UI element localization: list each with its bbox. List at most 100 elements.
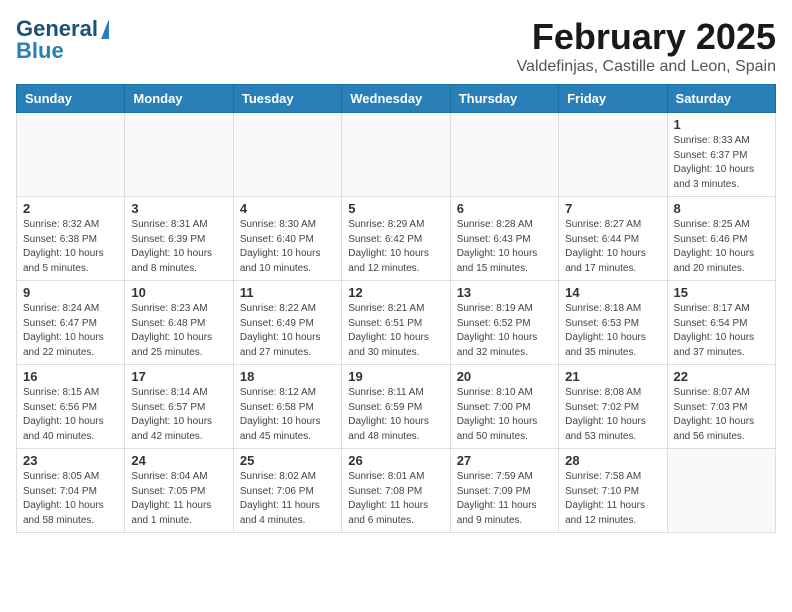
calendar-cell: 2 Sunrise: 8:32 AM Sunset: 6:38 PM Daylig…	[17, 197, 125, 281]
calendar-cell: 9 Sunrise: 8:24 AM Sunset: 6:47 PM Daylig…	[17, 281, 125, 365]
calendar-cell: 21Sunrise: 8:08 AM Sunset: 7:02 PM Dayli…	[559, 365, 667, 449]
calendar-cell: 22 Sunrise: 8:07 AM Sunset: 7:03 PM Dayli…	[667, 365, 775, 449]
calendar-cell: 10 Sunrise: 8:23 AM Sunset: 6:48 PM Dayli…	[125, 281, 233, 365]
day-number: 1	[674, 117, 769, 132]
calendar-cell: 12 Sunrise: 8:21 AM Sunset: 6:51 PM Dayli…	[342, 281, 450, 365]
day-number: 28	[565, 453, 660, 468]
calendar-cell: 8 Sunrise: 8:25 AM Sunset: 6:46 PM Daylig…	[667, 197, 775, 281]
day-number: 24	[131, 453, 226, 468]
day-info: Sunrise: 8:02 AM Sunset: 7:06 PM Dayligh…	[240, 470, 335, 528]
logo-blue-text: Blue	[16, 38, 64, 64]
day-info: Sunrise: 8:23 AM Sunset: 6:48 PM Dayligh…	[131, 302, 226, 360]
weekday-header-sunday: Sunday	[17, 85, 125, 113]
calendar-cell	[342, 113, 450, 197]
day-number: 23	[23, 453, 118, 468]
calendar-cell: 24 Sunrise: 8:04 AM Sunset: 7:05 PM Dayli…	[125, 449, 233, 533]
day-number: 4	[240, 201, 335, 216]
day-number: 20	[457, 369, 552, 384]
day-number: 13	[457, 285, 552, 300]
day-info: Sunrise: 8:07 AM Sunset: 7:03 PM Dayligh…	[674, 386, 769, 444]
day-number: 6	[457, 201, 552, 216]
calendar-cell: 19 Sunrise: 8:11 AM Sunset: 6:59 PM Dayli…	[342, 365, 450, 449]
weekday-header-wednesday: Wednesday	[342, 85, 450, 113]
calendar-cell: 16 Sunrise: 8:15 AM Sunset: 6:56 PM Dayli…	[17, 365, 125, 449]
day-info: Sunrise: 8:31 AM Sunset: 6:39 PM Dayligh…	[131, 218, 226, 276]
day-number: 16	[23, 369, 118, 384]
day-info: Sunrise: 8:10 AM Sunset: 7:00 PM Dayligh…	[457, 386, 552, 444]
day-number: 12	[348, 285, 443, 300]
day-number: 18	[240, 369, 335, 384]
day-info: Sunrise: 8:32 AM Sunset: 6:38 PM Dayligh…	[23, 218, 118, 276]
day-info: Sunrise: 8:28 AM Sunset: 6:43 PM Dayligh…	[457, 218, 552, 276]
day-info: Sunrise: 7:59 AM Sunset: 7:09 PM Dayligh…	[457, 470, 552, 528]
weekday-header-saturday: Saturday	[667, 85, 775, 113]
calendar-week-4: 16 Sunrise: 8:15 AM Sunset: 6:56 PM Dayli…	[17, 365, 776, 449]
day-info: Sunrise: 8:18 AM Sunset: 6:53 PM Dayligh…	[565, 302, 660, 360]
day-info: Sunrise: 8:19 AM Sunset: 6:52 PM Dayligh…	[457, 302, 552, 360]
day-number: 2	[23, 201, 118, 216]
day-number: 21	[565, 369, 660, 384]
day-info: Sunrise: 8:27 AM Sunset: 6:44 PM Dayligh…	[565, 218, 660, 276]
day-number: 25	[240, 453, 335, 468]
day-info: Sunrise: 8:15 AM Sunset: 6:56 PM Dayligh…	[23, 386, 118, 444]
day-info: Sunrise: 8:24 AM Sunset: 6:47 PM Dayligh…	[23, 302, 118, 360]
calendar-cell: 7Sunrise: 8:27 AM Sunset: 6:44 PM Daylig…	[559, 197, 667, 281]
calendar-week-5: 23 Sunrise: 8:05 AM Sunset: 7:04 PM Dayli…	[17, 449, 776, 533]
day-info: Sunrise: 8:33 AM Sunset: 6:37 PM Dayligh…	[674, 134, 769, 192]
calendar-cell	[17, 113, 125, 197]
calendar-cell: 17 Sunrise: 8:14 AM Sunset: 6:57 PM Dayli…	[125, 365, 233, 449]
day-info: Sunrise: 8:01 AM Sunset: 7:08 PM Dayligh…	[348, 470, 443, 528]
day-info: Sunrise: 8:12 AM Sunset: 6:58 PM Dayligh…	[240, 386, 335, 444]
page-header: General Blue February 2025 Valdefinjas, …	[16, 16, 776, 76]
day-number: 26	[348, 453, 443, 468]
calendar-cell	[233, 113, 341, 197]
day-number: 14	[565, 285, 660, 300]
day-info: Sunrise: 8:17 AM Sunset: 6:54 PM Dayligh…	[674, 302, 769, 360]
day-info: Sunrise: 8:25 AM Sunset: 6:46 PM Dayligh…	[674, 218, 769, 276]
calendar-cell: 6 Sunrise: 8:28 AM Sunset: 6:43 PM Daylig…	[450, 197, 558, 281]
calendar-cell: 13 Sunrise: 8:19 AM Sunset: 6:52 PM Dayli…	[450, 281, 558, 365]
day-number: 3	[131, 201, 226, 216]
day-number: 15	[674, 285, 769, 300]
calendar-cell: 14 Sunrise: 8:18 AM Sunset: 6:53 PM Dayli…	[559, 281, 667, 365]
calendar-week-2: 2 Sunrise: 8:32 AM Sunset: 6:38 PM Daylig…	[17, 197, 776, 281]
day-info: Sunrise: 8:21 AM Sunset: 6:51 PM Dayligh…	[348, 302, 443, 360]
calendar-cell: 4 Sunrise: 8:30 AM Sunset: 6:40 PM Daylig…	[233, 197, 341, 281]
day-info: Sunrise: 8:14 AM Sunset: 6:57 PM Dayligh…	[131, 386, 226, 444]
calendar-cell: 18 Sunrise: 8:12 AM Sunset: 6:58 PM Dayli…	[233, 365, 341, 449]
calendar-cell: 26 Sunrise: 8:01 AM Sunset: 7:08 PM Dayli…	[342, 449, 450, 533]
weekday-header-row: SundayMondayTuesdayWednesdayThursdayFrid…	[17, 85, 776, 113]
day-info: Sunrise: 8:11 AM Sunset: 6:59 PM Dayligh…	[348, 386, 443, 444]
day-number: 22	[674, 369, 769, 384]
calendar-cell	[667, 449, 775, 533]
day-number: 27	[457, 453, 552, 468]
day-number: 19	[348, 369, 443, 384]
calendar-cell: 15 Sunrise: 8:17 AM Sunset: 6:54 PM Dayli…	[667, 281, 775, 365]
calendar-cell	[450, 113, 558, 197]
calendar-cell	[125, 113, 233, 197]
day-info: Sunrise: 8:22 AM Sunset: 6:49 PM Dayligh…	[240, 302, 335, 360]
day-info: Sunrise: 8:30 AM Sunset: 6:40 PM Dayligh…	[240, 218, 335, 276]
month-title: February 2025	[517, 16, 776, 58]
logo: General Blue	[16, 16, 109, 64]
calendar-cell: 1 Sunrise: 8:33 AM Sunset: 6:37 PM Daylig…	[667, 113, 775, 197]
calendar-cell: 25 Sunrise: 8:02 AM Sunset: 7:06 PM Dayli…	[233, 449, 341, 533]
day-number: 8	[674, 201, 769, 216]
day-info: Sunrise: 8:29 AM Sunset: 6:42 PM Dayligh…	[348, 218, 443, 276]
day-info: Sunrise: 8:05 AM Sunset: 7:04 PM Dayligh…	[23, 470, 118, 528]
day-number: 10	[131, 285, 226, 300]
calendar-table: SundayMondayTuesdayWednesdayThursdayFrid…	[16, 84, 776, 533]
calendar-cell: 27 Sunrise: 7:59 AM Sunset: 7:09 PM Dayli…	[450, 449, 558, 533]
calendar-cell: 5 Sunrise: 8:29 AM Sunset: 6:42 PM Daylig…	[342, 197, 450, 281]
day-number: 5	[348, 201, 443, 216]
day-info: Sunrise: 8:04 AM Sunset: 7:05 PM Dayligh…	[131, 470, 226, 528]
title-section: February 2025 Valdefinjas, Castille and …	[517, 16, 776, 76]
calendar-cell: 23 Sunrise: 8:05 AM Sunset: 7:04 PM Dayli…	[17, 449, 125, 533]
weekday-header-friday: Friday	[559, 85, 667, 113]
day-number: 9	[23, 285, 118, 300]
weekday-header-thursday: Thursday	[450, 85, 558, 113]
day-number: 17	[131, 369, 226, 384]
calendar-cell: 3 Sunrise: 8:31 AM Sunset: 6:39 PM Daylig…	[125, 197, 233, 281]
day-number: 11	[240, 285, 335, 300]
logo-triangle-icon	[101, 19, 109, 39]
